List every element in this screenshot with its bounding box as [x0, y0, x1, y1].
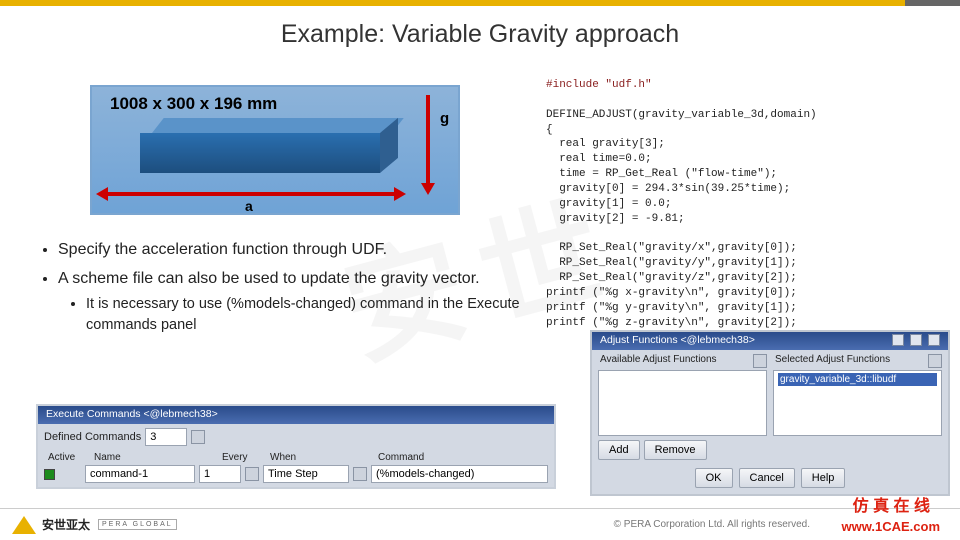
every-spinner-icon[interactable]	[245, 467, 259, 481]
accent-bar	[0, 0, 960, 6]
spinner-icon[interactable]	[191, 430, 205, 444]
remove-button[interactable]: Remove	[644, 440, 707, 460]
active-checkbox[interactable]	[44, 469, 55, 480]
logo: 安世亚太 PERA GLOBAL	[12, 516, 177, 534]
bullet-list: Specify the acceleration function throug…	[36, 238, 576, 342]
bullet-2: A scheme file can also be used to update…	[58, 267, 576, 336]
diagram-dimensions: 1008 x 300 x 196 mm	[110, 94, 277, 114]
col-every: Every	[222, 452, 262, 463]
execute-commands-title: Execute Commands <@lebmech38>	[38, 406, 554, 424]
label-g: g	[440, 110, 449, 127]
execute-commands-panel: Execute Commands <@lebmech38> Defined Co…	[36, 404, 556, 489]
block-3d	[140, 118, 400, 173]
brand-name: 安世亚太	[42, 516, 90, 533]
logo-icon	[12, 516, 36, 534]
defined-commands-field[interactable]: 3	[145, 428, 187, 446]
selected-item[interactable]: gravity_variable_3d::libudf	[778, 373, 937, 386]
close-icon[interactable]	[928, 334, 940, 346]
defined-commands-label: Defined Commands	[44, 431, 141, 443]
footer: 安世亚太 PERA GLOBAL © PERA Corporation Ltd.…	[0, 508, 960, 540]
when-field[interactable]: Time Step	[263, 465, 349, 483]
adjust-functions-panel: Adjust Functions <@lebmech38> Available …	[590, 330, 950, 496]
bullet-2-sub: It is necessary to use (%models-changed)…	[86, 294, 576, 336]
selected-sort-icon[interactable]	[928, 354, 942, 368]
selected-list[interactable]: gravity_variable_3d::libudf	[773, 370, 942, 436]
brand-subtitle: PERA GLOBAL	[98, 519, 177, 530]
acceleration-arrow	[106, 192, 396, 196]
overlay-text-1: 仿 真 在 线	[853, 492, 930, 516]
adjust-functions-title: Adjust Functions <@lebmech38>	[592, 332, 948, 350]
when-dropdown-icon[interactable]	[353, 467, 367, 481]
ok-button[interactable]: OK	[695, 468, 733, 488]
label-a: a	[245, 198, 253, 214]
bullet-1: Specify the acceleration function throug…	[58, 238, 576, 261]
overlay-text-2: www.1CAE.com	[842, 519, 940, 534]
maximize-icon[interactable]	[910, 334, 922, 346]
available-label: Available Adjust Functions	[600, 354, 717, 368]
help-button[interactable]: Help	[801, 468, 846, 488]
slide-title: Example: Variable Gravity approach	[0, 20, 960, 49]
name-field[interactable]: command-1	[85, 465, 195, 483]
command-field[interactable]: (%models-changed)	[371, 465, 548, 483]
col-name: Name	[94, 452, 214, 463]
col-when: When	[270, 452, 370, 463]
minimize-icon[interactable]	[892, 334, 904, 346]
every-field[interactable]: 1	[199, 465, 241, 483]
code-listing: #include "udf.h" DEFINE_ADJUST(gravity_v…	[546, 78, 946, 330]
available-sort-icon[interactable]	[753, 354, 767, 368]
gravity-arrow	[426, 95, 430, 185]
col-active: Active	[48, 452, 86, 463]
col-command: Command	[378, 452, 544, 463]
available-list[interactable]	[598, 370, 767, 436]
cancel-button[interactable]: Cancel	[739, 468, 795, 488]
selected-label: Selected Adjust Functions	[775, 354, 890, 368]
add-button[interactable]: Add	[598, 440, 640, 460]
copyright: © PERA Corporation Ltd. All rights reser…	[614, 519, 810, 530]
